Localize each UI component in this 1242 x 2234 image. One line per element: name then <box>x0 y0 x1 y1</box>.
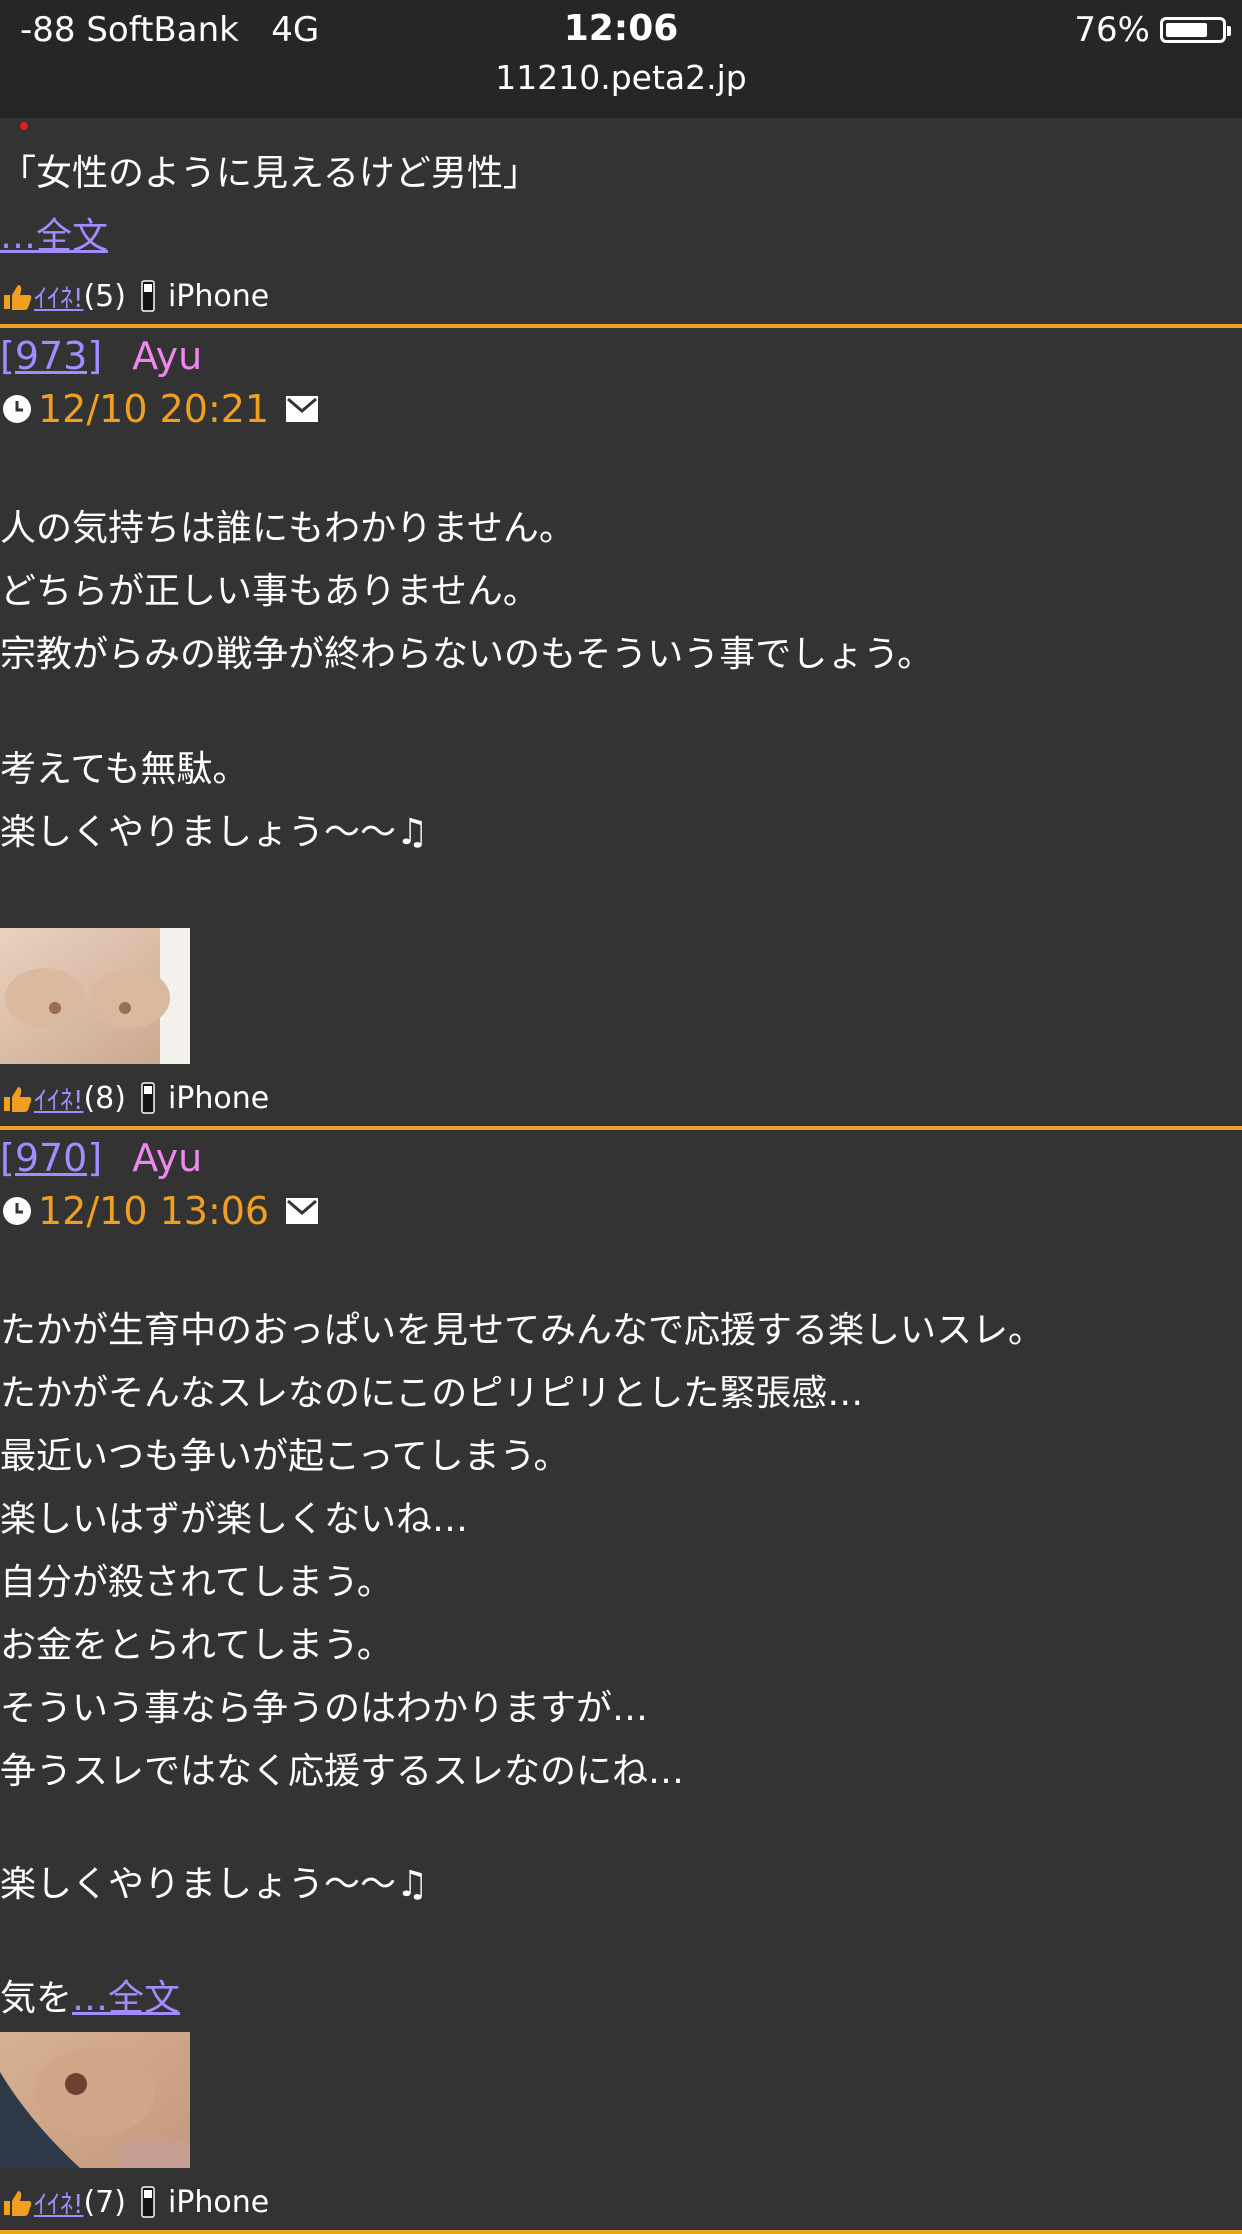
mail-icon[interactable] <box>285 395 319 423</box>
mobile-phone-icon <box>141 280 155 312</box>
iine-count: (8) <box>83 1080 126 1116</box>
post-meta: ｲｲﾈ! (7) iPhone <box>0 2174 1242 2230</box>
post-line-prefix: 気を <box>0 1978 73 2019</box>
post-meta: ｲｲﾈ! (8) iPhone <box>0 1070 1242 1126</box>
post-970: [970] Ayu 12/10 13:06 たかが生育中のおっぱいを見せてみんな… <box>0 1130 1242 2230</box>
thread-content: 「女性のように見えるけど男性」 …全文 ｲｲﾈ! (5) iPhone [973… <box>0 118 1242 2234</box>
battery-status: 76% <box>1074 10 1231 50</box>
post-line: 楽しいはずが楽しくないね… <box>0 1499 469 1540</box>
post-line-blank <box>0 686 1242 738</box>
post-date-row: 12/10 13:06 <box>0 1186 1242 1236</box>
post-date: 12/10 13:06 <box>38 1189 270 1233</box>
status-bar: -88 SoftBank 4G 12:06 11210.peta2.jp 76% <box>0 0 1242 118</box>
thumbs-up-icon[interactable] <box>0 279 34 313</box>
clock-icon <box>3 395 31 423</box>
post-line: 楽しくやりましょう〜〜♫ <box>0 812 429 853</box>
post-meta: ｲｲﾈ! (5) iPhone <box>0 268 1242 324</box>
battery-fill <box>1166 23 1207 37</box>
clock-time: 12:06 <box>563 8 679 49</box>
full-text-link[interactable]: …全文 <box>0 216 108 257</box>
post-line: 人の気持ちは誰にもわかりません。 <box>0 508 575 549</box>
post-line-blank <box>0 1803 1242 1853</box>
address-url[interactable]: 11210.peta2.jp <box>0 58 1242 97</box>
post-fragment: 「女性のように見えるけど男性」 …全文 ｲｲﾈ! (5) iPhone <box>0 118 1242 324</box>
mobile-phone-icon <box>141 1082 155 1114</box>
thumbs-up-icon[interactable] <box>0 2185 34 2219</box>
post-line: 自分が殺されてしまう。 <box>0 1562 393 1603</box>
fragment-text: 「女性のように見えるけど男性」 <box>0 153 539 194</box>
post-973: [973] Ayu 12/10 20:21 人の気持ちは誰にもわかりません。 ど… <box>0 328 1242 1126</box>
post-line: どちらが正しい事もありません。 <box>0 571 539 612</box>
device-name: iPhone <box>167 1080 270 1116</box>
battery-percent: 76% <box>1074 10 1150 50</box>
post-line: 考えても無駄。 <box>0 749 249 790</box>
post-date-row: 12/10 20:21 <box>0 384 1242 434</box>
post-thumbnail-image[interactable] <box>0 928 190 1064</box>
post-divider <box>0 2230 1242 2234</box>
clock-icon <box>3 1197 31 1225</box>
iine-link[interactable]: ｲｲﾈ! <box>34 2184 83 2221</box>
full-text-link[interactable]: …全文 <box>72 1978 180 2019</box>
iine-count: (5) <box>83 278 126 314</box>
post-line: そういう事なら争うのはわかりますが… <box>0 1688 649 1729</box>
poster-name: Ayu <box>132 1136 203 1180</box>
post-last-line: 気を…全文 <box>0 1967 1242 2030</box>
iine-link[interactable]: ｲｲﾈ! <box>34 278 83 315</box>
fragment-more-row: …全文 <box>0 205 1242 268</box>
post-thumbnail-image[interactable] <box>0 2032 190 2168</box>
device-name: iPhone <box>167 2184 270 2220</box>
iine-count: (7) <box>83 2184 126 2220</box>
post-line: たかがそんなスレなのにこのピリピリとした緊張感… <box>0 1373 864 1414</box>
mobile-phone-icon <box>141 2186 155 2218</box>
post-number-link[interactable]: [973] <box>0 334 102 378</box>
post-line: 宗教がらみの戦争が終わらないのもそういう事でしょう。 <box>0 634 934 675</box>
battery-icon <box>1160 17 1231 43</box>
poster-name: Ayu <box>132 334 203 378</box>
post-header: [970] Ayu <box>0 1130 1242 1186</box>
post-header: [973] Ayu <box>0 328 1242 384</box>
post-line: 争うスレではなく応援するスレなのにね… <box>0 1751 685 1792</box>
thumbs-up-icon[interactable] <box>0 1081 34 1115</box>
post-line-blank <box>0 1916 1242 1967</box>
red-dot-marker <box>20 122 28 130</box>
post-body: たかが生育中のおっぱいを見せてみんなで応援する楽しいスレ。 たかがそんなスレなの… <box>0 1299 1242 2030</box>
post-line: 最近いつも争いが起こってしまう。 <box>0 1436 570 1477</box>
post-line: たかが生育中のおっぱいを見せてみんなで応援する楽しいスレ。 <box>0 1310 1045 1351</box>
mail-icon[interactable] <box>285 1197 319 1225</box>
post-body: 人の気持ちは誰にもわかりません。 どちらが正しい事もありません。 宗教がらみの戦… <box>0 497 1242 864</box>
post-date: 12/10 20:21 <box>38 387 270 431</box>
iine-link[interactable]: ｲｲﾈ! <box>34 1080 83 1117</box>
post-line: お金をとられてしまう。 <box>0 1625 393 1666</box>
post-number-link[interactable]: [970] <box>0 1136 102 1180</box>
post-line: 楽しくやりましょう〜〜♫ <box>0 1864 429 1905</box>
device-name: iPhone <box>167 278 270 314</box>
